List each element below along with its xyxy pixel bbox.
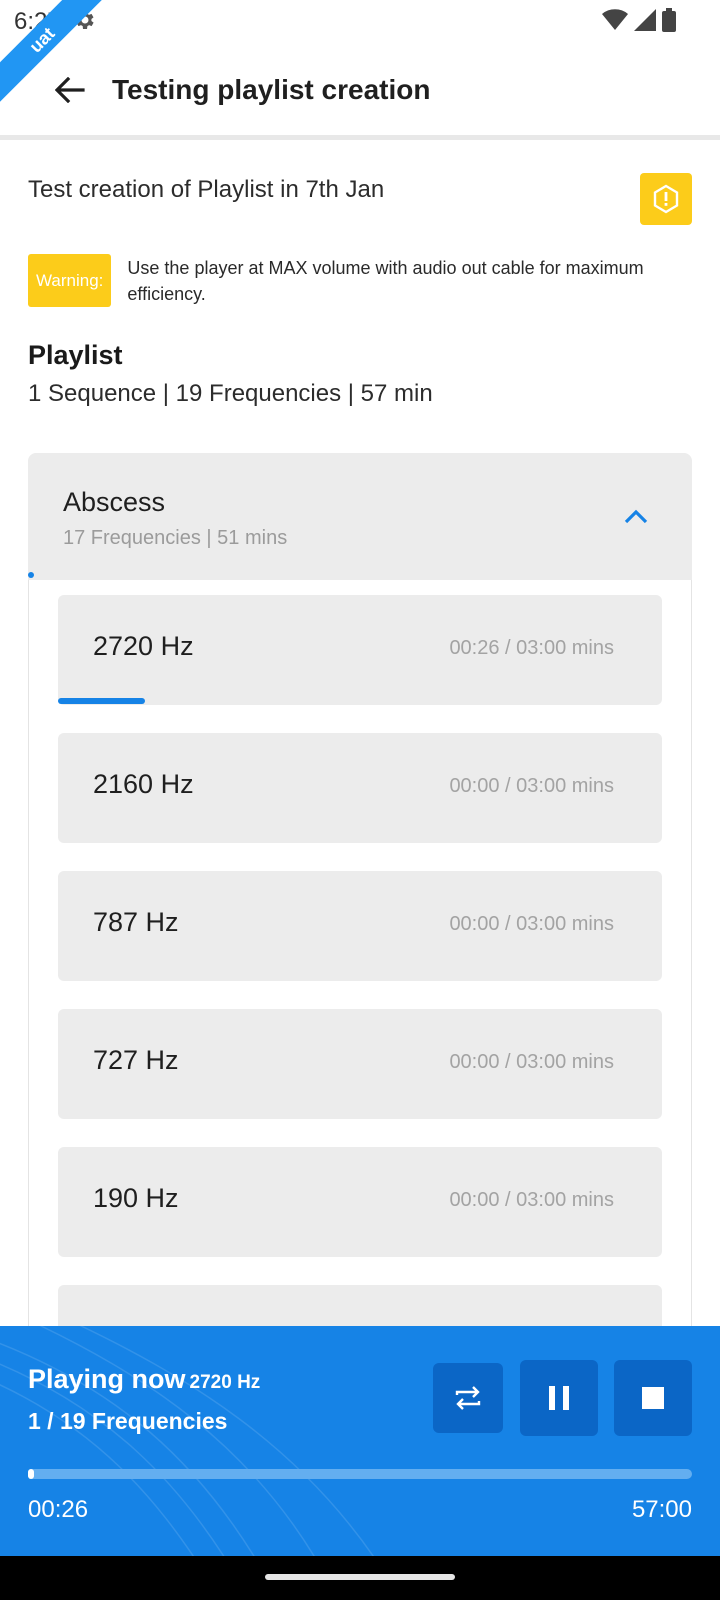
hexagon-alert-icon [653,184,679,214]
elapsed-time: 00:26 [28,1496,89,1523]
playback-progress-fill [28,1469,34,1479]
warning-text: Use the player at MAX volume with audio … [127,258,644,304]
playlist-summary: 1 Sequence | 19 Frequencies | 57 min [28,380,433,407]
alert-button[interactable] [640,173,692,225]
frequency-item[interactable]: 190 Hz 00:00 / 03:00 mins [58,1147,662,1257]
home-gesture-pill[interactable] [265,1574,455,1580]
repeat-button[interactable] [433,1363,503,1433]
arrow-back-icon [55,77,85,103]
pause-button[interactable] [520,1360,598,1436]
cell-signal-icon [634,9,656,31]
playing-now-text: Playing now [28,1364,186,1394]
now-playing-bar: Playing now 2720 Hz 1 / 19 Frequencies 00… [0,1326,720,1556]
wifi-icon [602,9,628,30]
frequency-time: 00:00 / 03:00 mins [449,913,614,935]
stop-button[interactable] [614,1360,692,1436]
sequence-header[interactable]: Abscess 17 Frequencies | 51 mins [28,453,692,580]
frequency-progress-bar [58,698,145,704]
frequency-hz: 2160 Hz [93,769,194,799]
sequence-indicator-dot [28,572,34,578]
battery-icon [662,8,676,32]
sequence-name: Abscess [63,487,166,517]
player-background-pattern [0,1326,374,1556]
total-time: 57:00 [631,1496,692,1523]
back-button[interactable] [50,70,90,110]
frequency-time: 00:26 / 03:00 mins [449,637,614,659]
frequency-hz: 727 Hz [93,1045,179,1075]
current-frequency: 2720 Hz [189,1372,261,1393]
system-nav-bar [0,1556,720,1600]
chevron-up-icon[interactable] [620,501,652,533]
frequency-list: 2720 Hz 00:26 / 03:00 mins 2160 Hz 00:00… [28,580,692,1340]
sequence-meta: 17 Frequencies | 51 mins [63,527,288,549]
playback-progress-slider[interactable] [28,1469,692,1479]
frequency-count: 1 / 19 Frequencies [28,1408,228,1434]
frequency-item[interactable]: 2160 Hz 00:00 / 03:00 mins [58,733,662,843]
frequency-item[interactable]: 727 Hz 00:00 / 03:00 mins [58,1009,662,1119]
frequency-hz: 787 Hz [93,907,179,937]
playlist-description: Test creation of Playlist in 7th Jan [28,176,385,203]
frequency-time: 00:00 / 03:00 mins [449,775,614,797]
repeat-icon [455,1386,481,1410]
frequency-time: 00:00 / 03:00 mins [449,1051,614,1073]
playing-now-label: Playing now 2720 Hz [28,1364,260,1395]
page-title: Testing playlist creation [112,74,431,105]
warning-row: Warning: Use the player at MAX volume wi… [28,254,688,307]
pause-icon [549,1386,569,1410]
stop-icon [642,1387,664,1409]
frequency-hz: 2720 Hz [93,631,194,661]
frequency-item[interactable]: 2720 Hz 00:26 / 03:00 mins [58,595,662,705]
status-icons [602,8,676,32]
app-bar: Testing playlist creation [0,44,720,140]
status-bar: 6:27 uat [0,0,720,107]
warning-badge: Warning: [28,254,112,307]
frequency-hz: 190 Hz [93,1183,179,1213]
frequency-item[interactable]: 787 Hz 00:00 / 03:00 mins [58,871,662,981]
frequency-time: 00:00 / 03:00 mins [449,1189,614,1211]
playlist-heading: Playlist [28,340,123,370]
